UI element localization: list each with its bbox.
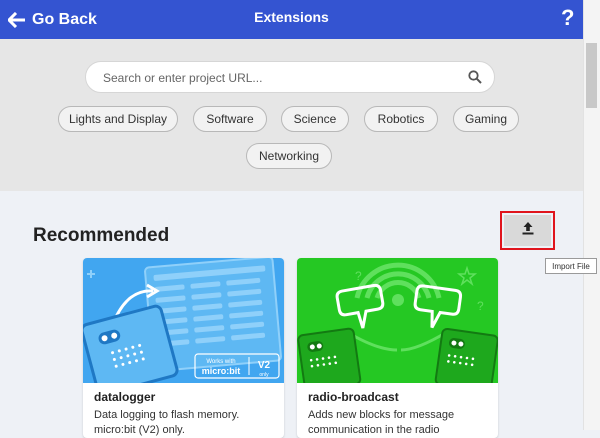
- svg-text:?: ?: [355, 269, 362, 283]
- card-title: datalogger: [94, 390, 156, 404]
- category-networking[interactable]: Networking: [246, 143, 332, 169]
- category-gaming[interactable]: Gaming: [453, 106, 519, 132]
- scrollbar[interactable]: [583, 0, 600, 430]
- category-science[interactable]: Science: [281, 106, 349, 132]
- scrollbar-thumb[interactable]: [586, 43, 597, 108]
- category-software[interactable]: Software: [193, 106, 267, 132]
- recommended-section: Recommended Import File Works with micro…: [0, 191, 597, 438]
- card-title: radio-broadcast: [308, 390, 399, 404]
- badge-only: only: [259, 372, 269, 378]
- import-file-tooltip: Import File: [545, 258, 597, 274]
- category-robotics[interactable]: Robotics: [364, 106, 438, 132]
- radio-broadcast-illustration: ? ?: [297, 258, 498, 383]
- badge-works-with: Works with: [206, 359, 235, 365]
- datalogger-illustration: Works with micro:bit V2 only: [83, 258, 284, 383]
- svg-text:?: ?: [477, 299, 484, 313]
- search-placeholder: Search or enter project URL...: [103, 71, 263, 85]
- extension-card-datalogger[interactable]: Works with micro:bit V2 only datalogger …: [83, 258, 284, 438]
- extension-card-radio-broadcast[interactable]: ? ? radio-broadcast Adds new blocks for …: [297, 258, 498, 438]
- badge-version: V2: [258, 360, 271, 371]
- badge-microbit: micro:bit: [202, 366, 241, 376]
- recommended-heading: Recommended: [33, 225, 170, 246]
- import-highlight: [500, 211, 555, 250]
- top-bar: Go Back Extensions ?: [0, 0, 583, 39]
- category-lights-and-display[interactable]: Lights and Display: [58, 106, 178, 132]
- search-input[interactable]: Search or enter project URL...: [85, 61, 495, 93]
- help-icon[interactable]: ?: [561, 5, 574, 31]
- search-icon[interactable]: [468, 70, 482, 89]
- filter-area: Search or enter project URL... Lights an…: [0, 39, 583, 191]
- card-description: Data logging to flash memory. micro:bit …: [94, 409, 240, 436]
- card-description: Adds new blocks for message communicatio…: [308, 409, 455, 436]
- page-title: Extensions: [254, 9, 329, 25]
- upload-icon: [521, 221, 535, 240]
- import-file-button[interactable]: [504, 215, 551, 246]
